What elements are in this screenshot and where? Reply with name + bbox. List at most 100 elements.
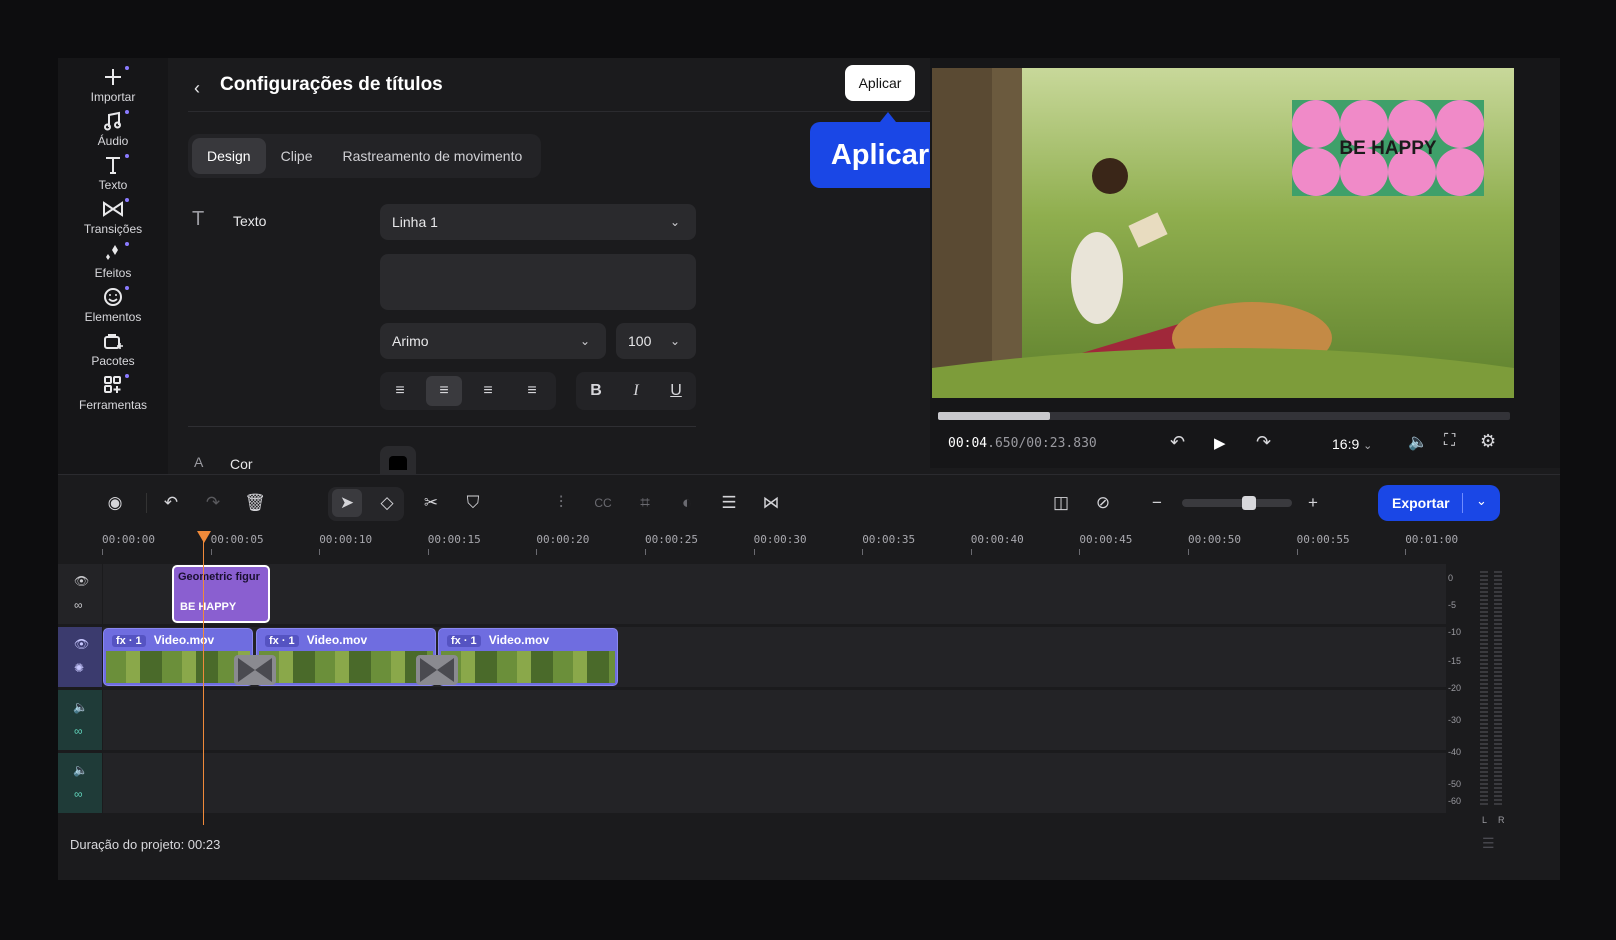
scissors-icon[interactable]: ✂ — [416, 489, 446, 517]
eye-icon[interactable]: 👁 — [74, 637, 89, 651]
detach-audio-icon[interactable]: ◫ — [1046, 489, 1076, 517]
tab-design[interactable]: Design — [192, 138, 266, 174]
ruler-tick — [427, 549, 429, 555]
line-select-value: Linha 1 — [392, 214, 438, 230]
ruler-label: 00:00:40 — [970, 533, 1024, 546]
record-icon[interactable]: ◉ — [100, 489, 130, 517]
unlink-icon[interactable]: ∞ — [74, 787, 83, 801]
sidebar-item-importar[interactable]: Importar — [58, 66, 168, 104]
meter-scale-label: -60 — [1448, 796, 1462, 806]
sidebar-item-transicoes[interactable]: Transições — [58, 198, 168, 236]
play-icon[interactable]: ▶ — [1214, 434, 1226, 452]
text-content-input[interactable] — [380, 254, 696, 310]
transition-icon[interactable]: ⋈ — [756, 489, 786, 517]
sliders-icon[interactable]: ☰ — [714, 489, 744, 517]
select-pointer-icon[interactable]: ➤ — [332, 489, 362, 517]
aspect-ratio-select[interactable]: 16:9 ⌄ — [1332, 436, 1372, 452]
undo-icon[interactable]: ↶ — [156, 489, 186, 517]
zoom-in-icon[interactable]: + — [1298, 489, 1328, 517]
color-swatch[interactable] — [380, 446, 416, 476]
font-select-value: Arimo — [392, 333, 429, 349]
title-clip[interactable]: Geometric figur BE HAPPY — [172, 565, 270, 623]
track-header: 👁 ✺ — [58, 627, 102, 687]
zoom-slider-thumb[interactable] — [1242, 496, 1256, 510]
volume-icon[interactable]: 🔈 — [1408, 432, 1428, 452]
meter-scale-label: -15 — [1448, 656, 1462, 666]
playhead[interactable] — [203, 531, 204, 825]
underline-icon[interactable]: U — [658, 376, 694, 406]
effects-icon[interactable]: ✺ — [74, 661, 84, 675]
chevron-down-icon[interactable]: ⌄ — [1476, 493, 1487, 509]
timecode-current: 00:04 — [948, 436, 988, 451]
link-icon[interactable]: ∞ — [74, 598, 83, 612]
video-clip[interactable]: fx · 1 Video.mov — [438, 628, 618, 686]
sidebar-item-pacotes[interactable]: Pacotes — [58, 330, 168, 368]
export-button[interactable]: Exportar ⌄ — [1378, 485, 1500, 521]
chevron-down-icon: ⌄ — [669, 334, 680, 348]
video-clip[interactable]: fx · 1 Video.mov — [256, 628, 436, 686]
gear-icon[interactable]: ⚙ — [1480, 431, 1496, 452]
fx-badge: fx · 1 — [265, 635, 299, 647]
link-icon[interactable]: ⊘ — [1088, 489, 1118, 517]
sidebar-item-elementos[interactable]: Elementos — [58, 286, 168, 324]
sidebar-item-label: Efeitos — [94, 266, 132, 280]
italic-icon[interactable]: I — [618, 376, 654, 406]
meter-bar-right — [1494, 569, 1502, 805]
video-preview[interactable]: BE HAPPY — [932, 68, 1514, 398]
playhead-handle[interactable] — [197, 531, 211, 543]
meter-bar-left — [1480, 569, 1488, 805]
ruler-label: 00:00:45 — [1079, 533, 1133, 546]
unlink-icon[interactable]: ∞ — [74, 724, 83, 738]
rewind-icon[interactable]: ↶ — [1170, 432, 1185, 453]
align-center-icon[interactable]: ≡ — [426, 376, 462, 406]
list-icon[interactable]: ☰ — [1482, 835, 1495, 852]
left-sidebar: Importar Áudio Texto Transições Efeitos … — [58, 58, 168, 488]
meter-channel-l: L — [1482, 815, 1488, 825]
zoom-out-icon[interactable]: − — [1142, 489, 1172, 517]
title-overlay[interactable]: BE HAPPY — [1292, 100, 1484, 196]
audio-track-1 — [103, 690, 1446, 750]
panel-header: ‹ Configurações de títulos Aplicar — [188, 65, 1008, 112]
trash-icon[interactable]: 🗑 — [240, 489, 270, 517]
alignment-group: ≡ ≡ ≡ ≡ — [380, 372, 556, 410]
tab-clipe[interactable]: Clipe — [266, 138, 328, 174]
transition-marker[interactable] — [234, 655, 276, 685]
sidebar-item-audio[interactable]: Áudio — [58, 110, 168, 148]
align-left-icon[interactable]: ≡ — [382, 376, 418, 406]
apply-button[interactable]: Aplicar — [845, 65, 915, 101]
sidebar-item-ferramentas[interactable]: Ferramentas — [58, 374, 168, 412]
bold-icon[interactable]: B — [578, 376, 614, 406]
align-justify-icon[interactable]: ≡ — [514, 376, 550, 406]
meter-channel-r: R — [1498, 815, 1505, 825]
align-right-icon[interactable]: ≡ — [470, 376, 506, 406]
audio-track-2 — [103, 753, 1446, 813]
sidebar-item-label: Texto — [98, 178, 128, 192]
font-select[interactable]: Arimo ⌄ — [380, 323, 606, 359]
line-select[interactable]: Linha 1 ⌄ — [380, 204, 696, 240]
tag-icon[interactable]: ◇ — [372, 489, 402, 517]
zoom-slider[interactable] — [1182, 496, 1292, 510]
sidebar-item-label: Transições — [83, 222, 143, 236]
preview-panel: BE HAPPY 00:04.650/00:23.830 ↶ ▶ ↷ 16:9 … — [930, 58, 1560, 468]
fullscreen-icon[interactable]: ⛶ — [1444, 432, 1455, 450]
size-select[interactable]: 100 ⌄ — [616, 323, 696, 359]
forward-icon[interactable]: ↷ — [1256, 432, 1271, 453]
eye-icon[interactable]: 👁 — [74, 574, 89, 588]
meter-scale-label: -5 — [1448, 600, 1457, 610]
tab-rastreamento[interactable]: Rastreamento de movimento — [328, 138, 538, 174]
speaker-icon[interactable]: 🔈 — [73, 700, 88, 714]
transition-marker[interactable] — [416, 655, 458, 685]
playback-progress[interactable] — [938, 412, 1510, 420]
speaker-icon[interactable]: 🔈 — [73, 763, 88, 777]
ruler-label: 00:00:20 — [536, 533, 590, 546]
timeline: ◉ ↶ ↷ 🗑 ➤ ◇ ✂ ⛉ ⫶ CC ⌗ ◐ ☰ ⋈ ◫ ⊘ − + Exp… — [58, 474, 1560, 880]
page-title: Configurações de títulos — [220, 74, 443, 95]
back-chevron-icon[interactable]: ‹ — [194, 78, 200, 99]
shield-icon[interactable]: ⛉ — [458, 489, 488, 517]
sidebar-item-texto[interactable]: Texto — [58, 154, 168, 192]
size-select-value: 100 — [628, 333, 652, 349]
sidebar-item-efeitos[interactable]: Efeitos — [58, 242, 168, 280]
clip-name: Video.mov — [153, 633, 215, 647]
ruler-tick — [1405, 549, 1407, 555]
video-clip[interactable]: fx · 1 Video.mov — [103, 628, 253, 686]
